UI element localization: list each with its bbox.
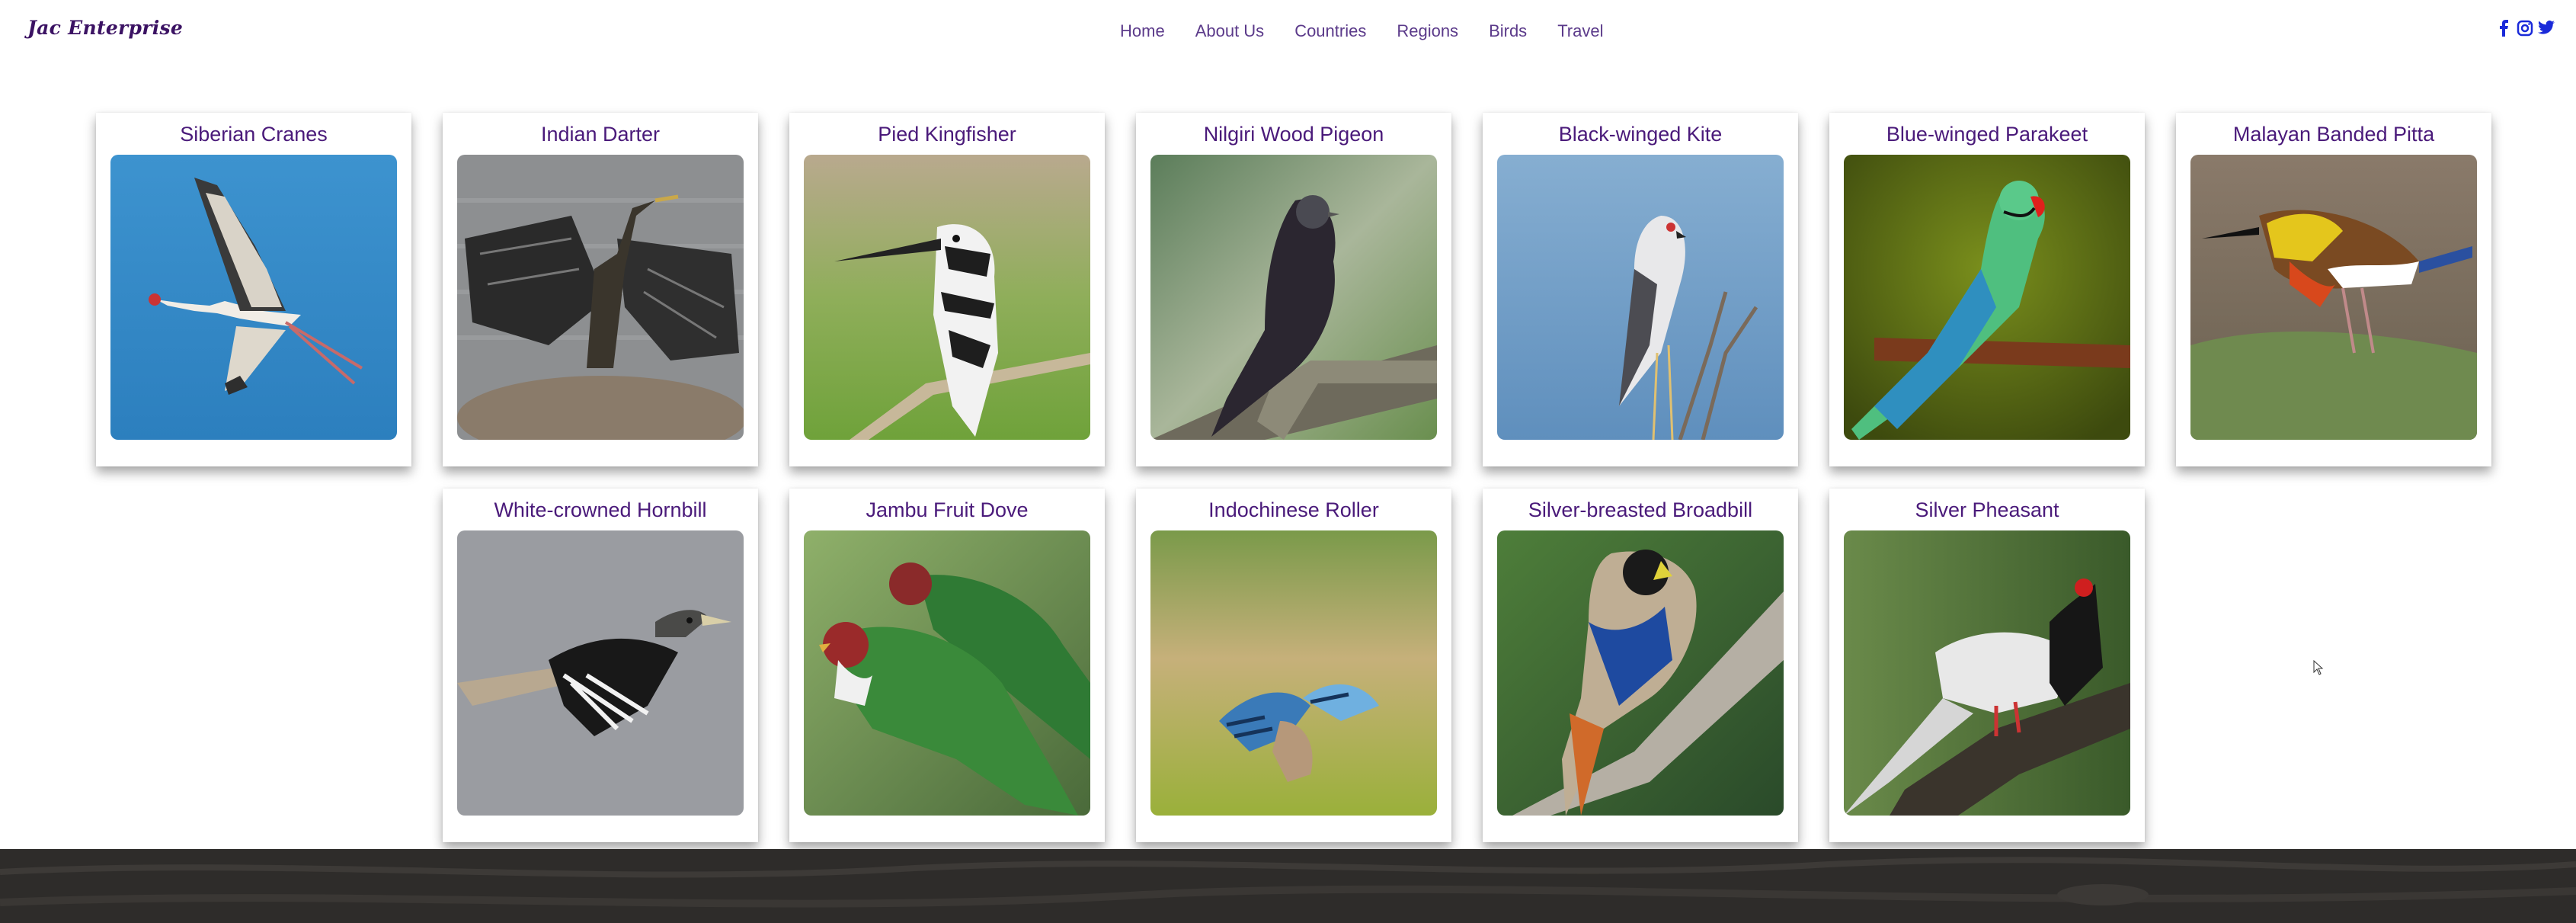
mouse-cursor: [2313, 659, 2324, 679]
bird-card-title: White-crowned Hornbill: [494, 498, 707, 521]
bird-image[interactable]: [804, 530, 1090, 816]
bird-card-title: Nilgiri Wood Pigeon: [1203, 123, 1384, 146]
bird-card[interactable]: Jambu Fruit Dove: [789, 489, 1105, 842]
instagram-icon[interactable]: [2517, 20, 2533, 37]
nav-countries[interactable]: Countries: [1294, 21, 1366, 41]
bird-image[interactable]: [1497, 530, 1784, 816]
bird-image[interactable]: [110, 155, 397, 440]
footer-texture: [0, 857, 2576, 908]
bird-image[interactable]: [457, 530, 744, 816]
twitter-icon[interactable]: [2538, 20, 2555, 37]
bird-card-title: Silver Pheasant: [1915, 498, 2059, 521]
footer-banner: [0, 849, 2576, 923]
nav-birds[interactable]: Birds: [1489, 21, 1527, 41]
bird-card[interactable]: Blue-winged Parakeet: [1829, 113, 2145, 466]
social-links: [2495, 20, 2555, 37]
site-logo[interactable]: Jac Enterprise: [27, 17, 183, 39]
bird-card[interactable]: Silver Pheasant: [1829, 489, 2145, 842]
facebook-icon[interactable]: [2495, 20, 2512, 37]
bird-card[interactable]: White-crowned Hornbill: [443, 489, 758, 842]
bird-image[interactable]: [1844, 530, 2130, 816]
bird-card[interactable]: Siberian Cranes: [96, 113, 411, 466]
main-nav: Home About Us Countries Regions Birds Tr…: [1120, 21, 1634, 41]
bird-card[interactable]: Pied Kingfisher: [789, 113, 1105, 466]
bird-card-title: Silver-breasted Broadbill: [1528, 498, 1753, 521]
bird-image[interactable]: [1150, 530, 1437, 816]
bird-card[interactable]: Silver-breasted Broadbill: [1483, 489, 1798, 842]
bird-card[interactable]: Black-winged Kite: [1483, 113, 1798, 466]
bird-image[interactable]: [2190, 155, 2477, 440]
bird-card-title: Pied Kingfisher: [878, 123, 1016, 146]
bird-image[interactable]: [804, 155, 1090, 440]
bird-card-title: Jambu Fruit Dove: [866, 498, 1029, 521]
bird-card-title: Siberian Cranes: [180, 123, 328, 146]
bird-card-title: Indian Darter: [540, 123, 661, 146]
nav-home[interactable]: Home: [1120, 21, 1165, 41]
nav-about-us[interactable]: About Us: [1195, 21, 1265, 41]
bird-card-title: Black-winged Kite: [1558, 123, 1723, 146]
bird-card[interactable]: Nilgiri Wood Pigeon: [1136, 113, 1451, 466]
bird-card-title: Malayan Banded Pitta: [2232, 123, 2435, 146]
bird-card-title: Blue-winged Parakeet: [1886, 123, 2088, 146]
nav-travel[interactable]: Travel: [1557, 21, 1603, 41]
bird-card[interactable]: Malayan Banded Pitta: [2176, 113, 2491, 466]
bird-image[interactable]: [457, 155, 744, 440]
bird-image[interactable]: [1497, 155, 1784, 440]
bird-card[interactable]: Indian Darter: [443, 113, 758, 466]
nav-regions[interactable]: Regions: [1397, 21, 1458, 41]
bird-image[interactable]: [1150, 155, 1437, 440]
site-header: Jac Enterprise Home About Us Countries R…: [0, 0, 2576, 66]
bird-image[interactable]: [1844, 155, 2130, 440]
bird-card[interactable]: Indochinese Roller: [1136, 489, 1451, 842]
bird-card-title: Indochinese Roller: [1208, 498, 1379, 521]
